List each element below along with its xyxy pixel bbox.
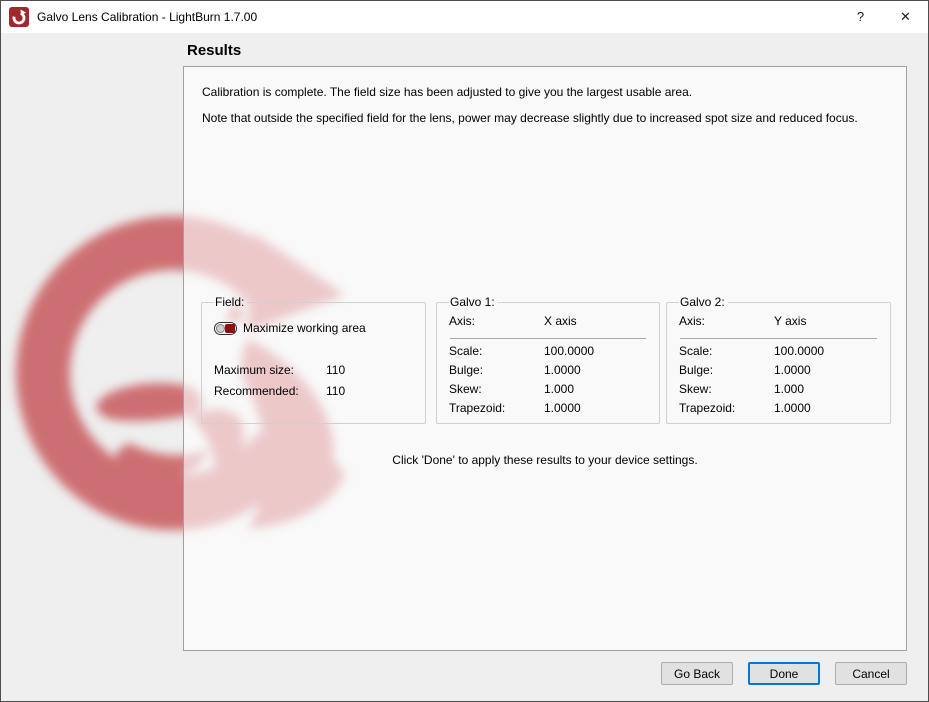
page-title: Results bbox=[187, 42, 241, 59]
galvo-1-group-title: Galvo 1: bbox=[449, 295, 498, 309]
galvo1-axis-value: X axis bbox=[544, 314, 577, 328]
results-panel: Calibration is complete. The field size … bbox=[183, 66, 907, 651]
cancel-button[interactable]: Cancel bbox=[835, 662, 907, 685]
done-hint-text: Click 'Done' to apply these results to y… bbox=[184, 453, 906, 467]
galvo-2-group: Galvo 2: Axis: Y axis Scale: 100.0000 Bu… bbox=[666, 295, 891, 424]
galvo2-bulge-row: Bulge: 1.0000 bbox=[679, 363, 878, 379]
galvo2-axis-value: Y axis bbox=[774, 314, 806, 328]
title-bar[interactable]: Galvo Lens Calibration - LightBurn 1.7.0… bbox=[1, 1, 928, 33]
lightburn-app-icon bbox=[9, 7, 29, 27]
galvo2-bulge-value: 1.0000 bbox=[774, 363, 811, 377]
go-back-button[interactable]: Go Back bbox=[661, 662, 733, 685]
galvo1-trapezoid-row: Trapezoid: 1.0000 bbox=[449, 401, 647, 417]
galvo1-skew-value: 1.000 bbox=[544, 382, 574, 396]
separator bbox=[450, 338, 646, 339]
galvo1-skew-label: Skew: bbox=[449, 382, 544, 396]
recommended-label: Recommended: bbox=[214, 384, 326, 398]
galvo1-scale-value: 100.0000 bbox=[544, 344, 594, 358]
window-title: Galvo Lens Calibration - LightBurn 1.7.0… bbox=[37, 10, 257, 24]
toggle-on-indicator-icon bbox=[225, 324, 235, 333]
galvo2-skew-value: 1.000 bbox=[774, 382, 804, 396]
galvo1-skew-row: Skew: 1.000 bbox=[449, 382, 647, 398]
galvo1-bulge-row: Bulge: 1.0000 bbox=[449, 363, 647, 379]
galvo1-axis-label: Axis: bbox=[449, 314, 544, 328]
galvo2-axis-label: Axis: bbox=[679, 314, 774, 328]
galvo2-trapezoid-label: Trapezoid: bbox=[679, 401, 774, 415]
galvo-2-group-title: Galvo 2: bbox=[679, 295, 728, 309]
close-button[interactable]: ✕ bbox=[883, 1, 928, 33]
field-group: Field: Maximize working area Maximum siz… bbox=[201, 295, 426, 424]
galvo2-skew-label: Skew: bbox=[679, 382, 774, 396]
maximum-size-value: 110 bbox=[326, 363, 345, 377]
galvo2-trapezoid-row: Trapezoid: 1.0000 bbox=[679, 401, 878, 417]
maximum-size-label: Maximum size: bbox=[214, 363, 326, 377]
galvo1-bulge-label: Bulge: bbox=[449, 363, 544, 377]
maximize-working-area-label: Maximize working area bbox=[243, 321, 366, 335]
galvo1-axis-row: Axis: X axis bbox=[449, 314, 647, 330]
galvo2-scale-label: Scale: bbox=[679, 344, 774, 358]
help-button[interactable]: ? bbox=[838, 1, 883, 33]
galvo2-scale-row: Scale: 100.0000 bbox=[679, 344, 878, 360]
calibration-complete-text: Calibration is complete. The field size … bbox=[202, 85, 892, 99]
galvo1-trapezoid-label: Trapezoid: bbox=[449, 401, 544, 415]
galvo2-scale-value: 100.0000 bbox=[774, 344, 824, 358]
galvo2-trapezoid-value: 1.0000 bbox=[774, 401, 811, 415]
galvo-lens-calibration-dialog: Galvo Lens Calibration - LightBurn 1.7.0… bbox=[0, 0, 929, 702]
done-button[interactable]: Done bbox=[748, 662, 820, 685]
galvo2-axis-row: Axis: Y axis bbox=[679, 314, 878, 330]
separator bbox=[680, 338, 877, 339]
galvo1-scale-row: Scale: 100.0000 bbox=[449, 344, 647, 360]
galvo2-bulge-label: Bulge: bbox=[679, 363, 774, 377]
galvo2-skew-row: Skew: 1.000 bbox=[679, 382, 878, 398]
galvo1-trapezoid-value: 1.0000 bbox=[544, 401, 581, 415]
field-group-title: Field: bbox=[214, 295, 247, 309]
maximize-working-area-toggle[interactable] bbox=[214, 322, 237, 335]
galvo1-scale-label: Scale: bbox=[449, 344, 544, 358]
recommended-value: 110 bbox=[326, 384, 345, 398]
toggle-knob-icon bbox=[216, 324, 225, 333]
field-note-text: Note that outside the specified field fo… bbox=[202, 111, 892, 125]
galvo-1-group: Galvo 1: Axis: X axis Scale: 100.0000 Bu… bbox=[436, 295, 660, 424]
maximum-size-row: Maximum size: 110 bbox=[214, 363, 413, 379]
galvo1-bulge-value: 1.0000 bbox=[544, 363, 581, 377]
recommended-row: Recommended: 110 bbox=[214, 384, 413, 400]
